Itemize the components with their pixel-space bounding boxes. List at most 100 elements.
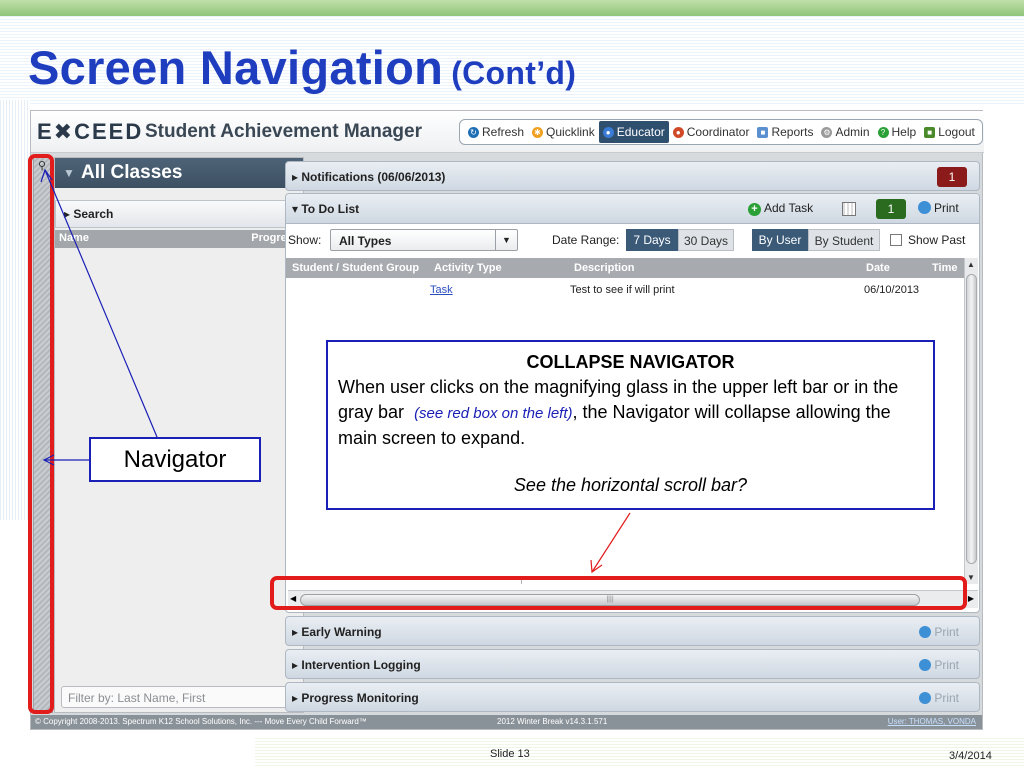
- exceed-logo: E✖CEED: [37, 119, 144, 144]
- row-date: 06/10/2013: [864, 284, 920, 296]
- navigator-title: All Classes: [81, 162, 183, 183]
- navigator-grid-header: Name Progress: [55, 230, 303, 248]
- version-text: 2012 Winter Break v14.3.1.571: [497, 717, 608, 726]
- print-icon: [919, 659, 932, 671]
- progress-monitoring-panel[interactable]: ▸ Progress Monitoring Print: [285, 682, 980, 712]
- help-icon: ?: [877, 126, 889, 138]
- current-user-link[interactable]: User: THOMAS, VONDA: [888, 717, 976, 726]
- notifications-title: Notifications (06/06/2013): [301, 170, 446, 184]
- column-student[interactable]: Student / Student Group: [292, 262, 419, 274]
- row-description: Test to see if will print: [570, 284, 675, 296]
- activity-type-select[interactable]: All Types ▼: [330, 229, 518, 251]
- nav-admin[interactable]: ⚙ Admin: [817, 121, 873, 143]
- collapse-navigator-callout: COLLAPSE NAVIGATOR When user clicks on t…: [326, 340, 935, 510]
- column-date[interactable]: Date: [866, 262, 890, 274]
- print-label: Print: [934, 625, 959, 639]
- callout-note: (see red box on the left): [414, 405, 573, 422]
- app-header: E✖CEED Student Achievement Manager ↻ Refr…: [31, 111, 984, 153]
- panel-title[interactable]: ▾ To Do List: [292, 202, 359, 216]
- column-description[interactable]: Description: [574, 262, 635, 274]
- nav-label: Refresh: [482, 125, 525, 139]
- callout-title: COLLAPSE NAVIGATOR: [526, 352, 735, 372]
- slide-date: 3/4/2014: [949, 750, 992, 762]
- nav-refresh[interactable]: ↻ Refresh: [464, 121, 528, 143]
- nav-logout[interactable]: ■ Logout: [920, 121, 979, 143]
- navigator-search-toggle[interactable]: ▸ Search: [55, 200, 303, 228]
- navigator-header[interactable]: ▼ All Classes: [55, 158, 303, 188]
- logout-icon: ■: [924, 126, 936, 138]
- panel-title: ▸ Intervention Logging: [292, 658, 421, 672]
- print-icon: [919, 626, 932, 638]
- scroll-right-arrow-icon[interactable]: ▶: [968, 594, 974, 603]
- activity-type-link[interactable]: Task: [430, 284, 453, 296]
- nav-educator[interactable]: ● Educator: [598, 121, 669, 143]
- scroll-down-arrow-icon[interactable]: ▼: [967, 573, 975, 582]
- panel-title: ▸ Early Warning: [292, 625, 382, 639]
- panel-title: ▸ Notifications (06/06/2013): [292, 170, 445, 184]
- range-30-days-button[interactable]: 30 Days: [678, 229, 734, 251]
- app-footer: © Copyright 2008-2013. Spectrum K12 Scho…: [31, 715, 982, 729]
- table-row[interactable]: Task Test to see if will print 06/10/201…: [286, 284, 966, 300]
- search-label: Search: [73, 207, 114, 221]
- collapse-triangle-icon: ▾: [292, 202, 302, 216]
- calendar-icon[interactable]: [842, 202, 856, 216]
- callout-body: When user clicks on the magnifying glass…: [338, 375, 923, 451]
- expand-triangle-icon: ▸: [292, 625, 302, 639]
- by-student-button[interactable]: By Student: [808, 229, 880, 251]
- print-label: Print: [934, 201, 959, 215]
- notifications-count-badge: 1: [937, 167, 967, 187]
- select-value: All Types: [339, 234, 392, 248]
- nav-reports[interactable]: ■ Reports: [753, 121, 817, 143]
- collapse-triangle-icon[interactable]: ▼: [63, 166, 75, 180]
- todo-table-header: Student / Student Group Activity Type De…: [286, 258, 966, 278]
- column-activity-type[interactable]: Activity Type: [434, 262, 502, 274]
- expand-triangle-icon: ▸: [64, 207, 74, 221]
- navigator-bar-highlight: [28, 154, 54, 714]
- progress-monitoring-title: Progress Monitoring: [301, 691, 419, 705]
- add-task-button[interactable]: + Add Task: [748, 201, 813, 216]
- notifications-panel[interactable]: ▸ Notifications (06/06/2013) 1: [285, 161, 980, 191]
- nav-quicklink[interactable]: ✱ Quicklink: [528, 121, 599, 143]
- reports-icon: ■: [757, 126, 769, 138]
- by-user-button[interactable]: By User: [752, 229, 808, 251]
- vertical-scroll-thumb[interactable]: [966, 274, 977, 564]
- early-warning-panel[interactable]: ▸ Early Warning Print: [285, 616, 980, 646]
- nav-coordinator[interactable]: ● Coordinator: [669, 121, 754, 143]
- expand-triangle-icon: ▸: [292, 170, 302, 184]
- show-past-checkbox[interactable]: [890, 234, 902, 246]
- column-time[interactable]: Time: [932, 262, 957, 274]
- slide-number: Slide 13: [490, 748, 530, 760]
- show-past-label: Show Past: [908, 233, 966, 247]
- nav-help[interactable]: ? Help: [874, 121, 921, 143]
- nav-label: Quicklink: [546, 125, 595, 139]
- early-warning-title: Early Warning: [301, 625, 382, 639]
- nav-label: Educator: [616, 125, 665, 139]
- vertical-scrollbar[interactable]: ▲ ▼: [964, 258, 978, 584]
- scroll-up-arrow-icon[interactable]: ▲: [967, 260, 975, 269]
- column-name[interactable]: Name: [59, 232, 89, 244]
- top-navigation: ↻ Refresh ✱ Quicklink ● Educator ● Coordinat…: [459, 119, 983, 145]
- callout-question: See the horizontal scroll bar?: [513, 475, 748, 495]
- date-range-label: Date Range:: [552, 233, 620, 247]
- plus-icon: +: [748, 203, 761, 216]
- nav-label: Reports: [771, 125, 814, 139]
- print-button-disabled: Print: [919, 691, 959, 705]
- horizontal-scrollbar-highlight: [270, 576, 967, 610]
- todo-count-badge: 1: [876, 199, 906, 219]
- slide-top-band: [0, 0, 1024, 16]
- quicklink-star-icon: ✱: [532, 126, 544, 138]
- print-label: Print: [934, 691, 959, 705]
- copyright-text: © Copyright 2008-2013. Spectrum K12 Scho…: [35, 717, 367, 726]
- todo-header: ▾ To Do List + Add Task 1 Print: [286, 194, 979, 224]
- print-label: Print: [934, 658, 959, 672]
- todo-print-button[interactable]: Print: [918, 201, 959, 215]
- intervention-logging-panel[interactable]: ▸ Intervention Logging Print: [285, 649, 980, 679]
- navigator-filter-input[interactable]: Filter by: Last Name, First: [61, 686, 299, 708]
- print-button-disabled: Print: [919, 625, 959, 639]
- print-icon: [918, 201, 931, 214]
- range-7-days-button[interactable]: 7 Days: [626, 229, 678, 251]
- expand-triangle-icon: ▸: [292, 691, 302, 705]
- expand-triangle-icon: ▸: [292, 658, 302, 672]
- nav-label: Logout: [938, 125, 975, 139]
- chevron-down-icon[interactable]: ▼: [495, 230, 517, 250]
